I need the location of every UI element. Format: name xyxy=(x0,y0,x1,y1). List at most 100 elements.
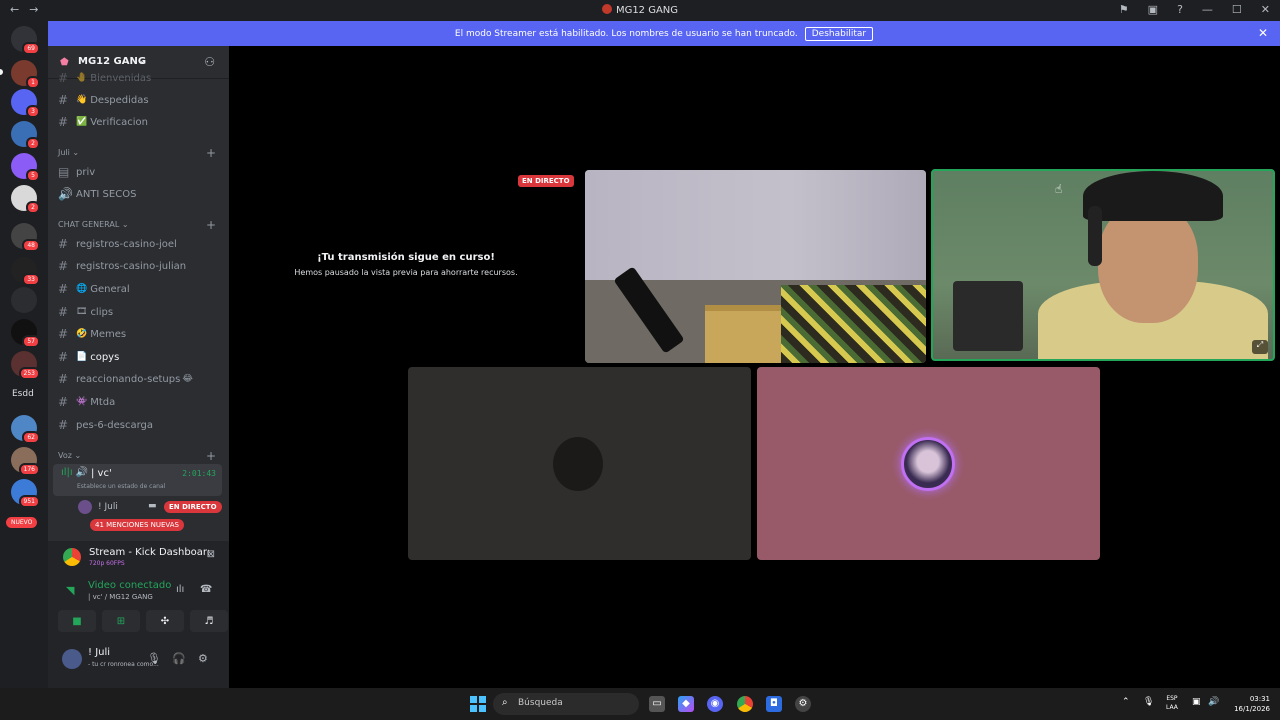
channel-anti-secos[interactable]: 🔊 ANTI SECOS xyxy=(58,184,223,204)
direct-messages-icon[interactable]: 69 xyxy=(11,26,40,55)
category-juli[interactable]: Juli ⌄ + xyxy=(58,146,216,160)
volume-icon[interactable]: 🔊 xyxy=(1208,697,1219,707)
tray-microphone-icon[interactable]: 🎙 xyxy=(1143,697,1154,707)
voice-timer: 2:01:43 xyxy=(182,469,216,478)
hash-icon: # xyxy=(58,237,69,251)
server-icon[interactable]: 1 xyxy=(11,60,40,89)
avatar[interactable] xyxy=(62,649,82,669)
stream-preview-row[interactable]: Stream - Kick Dashboard - Go... 720p 60F… xyxy=(48,541,229,571)
chrome-icon[interactable] xyxy=(737,696,753,712)
server-icon[interactable]: 57 xyxy=(11,319,40,348)
voice-user-name: ! Juli xyxy=(98,502,118,512)
add-channel-icon[interactable]: + xyxy=(206,449,216,463)
channel-bienvenidas[interactable]: # 🤚 Bienvenidas xyxy=(58,68,223,88)
server-text-label[interactable]: Esdd xyxy=(12,389,34,399)
channel-verificacion[interactable]: # ✅ Verificacion xyxy=(58,112,223,132)
voice-status: Video conectado xyxy=(88,580,172,591)
channel-copys[interactable]: # 📄 copys xyxy=(58,347,223,367)
windows-start-icon[interactable] xyxy=(470,696,486,712)
headphones-icon[interactable]: 🎧 xyxy=(172,652,186,665)
screen-share-button[interactable]: ⊞ xyxy=(102,610,140,632)
badge: 57 xyxy=(22,335,40,348)
tray-chevron-icon[interactable]: ⌃ xyxy=(1122,697,1130,707)
voice-location[interactable]: | vc' / MG12 GANG xyxy=(88,593,153,601)
clock[interactable]: 03:31 16/1/2026 xyxy=(1228,694,1270,714)
server-icon[interactable] xyxy=(11,287,37,313)
server-icon[interactable]: 176 xyxy=(11,447,40,476)
server-icon[interactable]: 62 xyxy=(11,415,40,444)
server-icon[interactable]: 2 xyxy=(11,121,40,150)
taskbar-search[interactable]: ⌕ Búsqueda xyxy=(493,693,639,715)
server-icon[interactable]: 48 xyxy=(11,223,40,252)
category-voz[interactable]: Voz ⌄ + xyxy=(58,449,216,463)
server-icon[interactable]: 253 xyxy=(11,351,40,380)
channel-pes-6-descarga[interactable]: # pes-6-descarga xyxy=(58,415,223,435)
maximize-button[interactable]: ☐ xyxy=(1232,3,1242,16)
channel-emoji: 📄 xyxy=(76,352,88,362)
banner-close-icon[interactable]: ✕ xyxy=(1258,26,1268,40)
disable-streamer-button[interactable]: Deshabilitar xyxy=(804,26,874,41)
activities-button[interactable]: ✣ xyxy=(146,610,184,632)
cap-shape xyxy=(1083,171,1223,221)
server-icon[interactable]: 5 xyxy=(11,153,40,182)
stop-stream-icon[interactable]: ⊠ xyxy=(207,549,215,560)
close-window-button[interactable]: ✕ xyxy=(1261,3,1270,16)
disconnect-icon[interactable]: ☎ xyxy=(200,584,212,595)
channel-emoji: 🤚 xyxy=(76,73,88,83)
channel-clips[interactable]: # 🎞 clips xyxy=(58,302,223,322)
category-chat-general[interactable]: CHAT GENERAL ⌄ + xyxy=(58,218,216,232)
voice-user[interactable]: ! Juli ▬ EN DIRECTO xyxy=(78,500,223,516)
camera-button[interactable]: ■ xyxy=(58,610,96,632)
participant-tile[interactable] xyxy=(757,367,1100,560)
settings-icon[interactable]: ⚙ xyxy=(795,696,811,712)
help-icon[interactable]: ? xyxy=(1177,3,1183,16)
expand-icon[interactable]: ⤢ xyxy=(1252,340,1268,354)
channel-name: reaccionando-setups xyxy=(76,373,181,385)
server-icon[interactable]: 951 xyxy=(11,479,40,508)
voice-channel-vc[interactable]: ıl|ı 🔊 | vc' 2:01:43 Establece un estado… xyxy=(53,464,222,496)
soundboard-button[interactable]: ♬ xyxy=(190,610,228,632)
channel-reaccionando-setups[interactable]: # reaccionando-setups 😂 xyxy=(58,369,223,389)
language-indicator[interactable]: ESP LAA xyxy=(1166,694,1178,712)
channel-memes[interactable]: # 🤣 Memes xyxy=(58,324,223,344)
voice-actions: ■ ⊞ ✣ ♬ xyxy=(58,610,254,632)
channel-status[interactable]: Establece un estado de canal xyxy=(77,483,165,490)
network-icon[interactable]: ▣ xyxy=(1192,697,1201,707)
microphone-icon[interactable]: 🎙 xyxy=(147,652,161,665)
camera-tile-dark[interactable] xyxy=(408,367,751,560)
channel-name: Mtda xyxy=(90,396,116,408)
settings-gear-icon[interactable]: ⚙ xyxy=(198,652,208,665)
channel-mtda[interactable]: # 👾 Mtda xyxy=(58,392,223,412)
add-member-icon[interactable]: ⚇ xyxy=(204,55,215,69)
new-mentions-badge[interactable]: 41 MENCIONES NUEVAS xyxy=(90,519,184,531)
server-icon[interactable]: 2 xyxy=(11,185,40,214)
minimize-button[interactable]: — xyxy=(1202,3,1213,16)
badge: 253 xyxy=(18,367,40,380)
username[interactable]: ! Juli xyxy=(88,647,110,658)
server-icon[interactable]: 33 xyxy=(11,257,40,286)
inbox-flag-icon[interactable]: ⚑ xyxy=(1119,3,1129,16)
channel-registros-casino-joel[interactable]: # registros-casino-joel xyxy=(58,234,223,254)
task-view-icon[interactable]: ▭ xyxy=(649,696,665,712)
avatar xyxy=(78,500,92,514)
badge: 2 xyxy=(26,201,40,214)
equipment-shape xyxy=(953,281,1023,351)
window-title: MG12 GANG xyxy=(0,4,1280,16)
stream-tile[interactable] xyxy=(585,170,926,363)
screen-icon[interactable]: ▣ xyxy=(1148,3,1158,16)
discord-server-icon[interactable]: 3 xyxy=(11,89,40,118)
discord-icon[interactable]: ◉ xyxy=(707,696,723,712)
new-badge[interactable]: NUEVO xyxy=(6,517,38,528)
copilot-icon[interactable]: ◆ xyxy=(678,696,694,712)
speaking-camera-tile[interactable]: ⤢ xyxy=(931,169,1275,361)
channel-priv[interactable]: ▤ priv xyxy=(58,162,223,182)
channel-general[interactable]: # 🌐 General xyxy=(58,279,223,299)
noise-suppression-icon[interactable]: ılı xyxy=(176,584,184,595)
badge: 3 xyxy=(26,105,40,118)
channel-despedidas[interactable]: # 👋 Despedidas xyxy=(58,90,223,110)
add-channel-icon[interactable]: + xyxy=(206,218,216,232)
add-channel-icon[interactable]: + xyxy=(206,146,216,160)
paused-title: ¡Tu transmisión sigue en curso! xyxy=(317,252,495,263)
channel-registros-casino-julian[interactable]: # registros-casino-julian xyxy=(58,256,223,276)
app-icon[interactable]: ◘ xyxy=(766,696,782,712)
